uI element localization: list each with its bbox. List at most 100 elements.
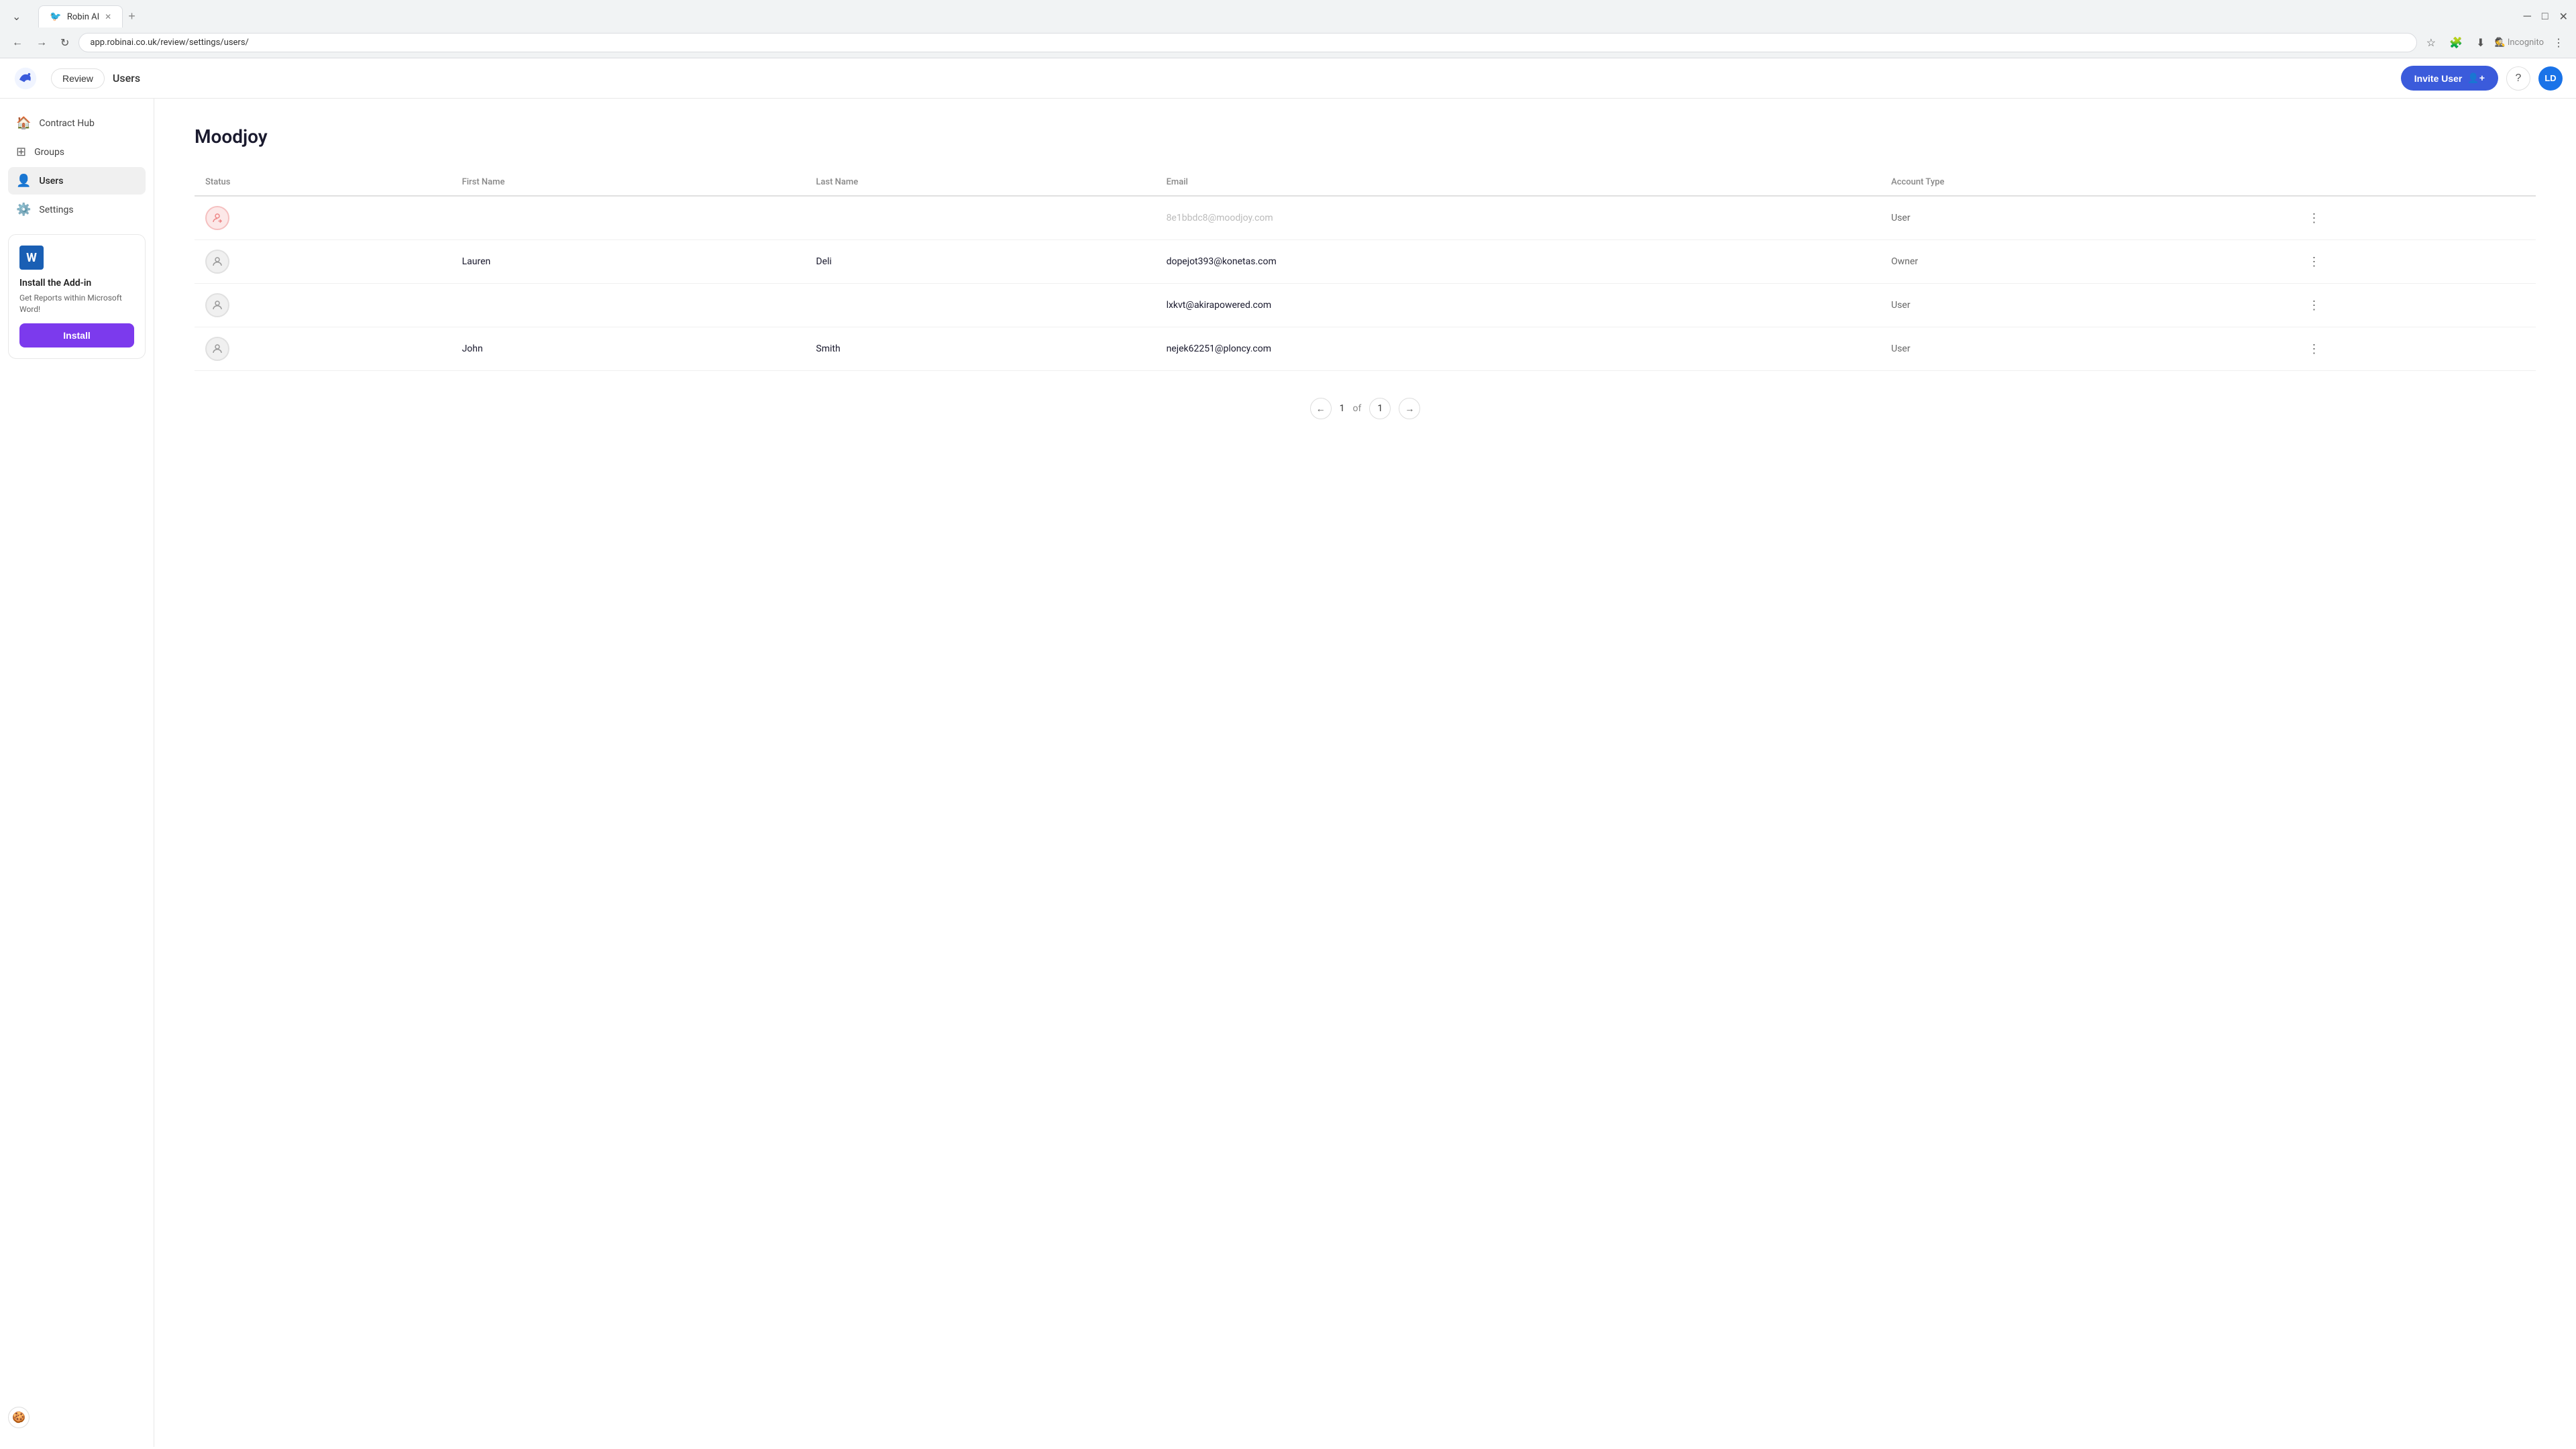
cell-actions: ⋮ xyxy=(2292,196,2536,240)
sidebar: 🏠 Contract Hub ⊞ Groups 👤 Users ⚙️ Setti… xyxy=(0,99,154,1447)
total-pages: 1 xyxy=(1369,398,1391,419)
user-avatar xyxy=(205,337,229,361)
close-btn[interactable]: ✕ xyxy=(2559,10,2568,23)
bookmark-btn[interactable]: ☆ xyxy=(2422,34,2440,52)
invite-btn-label: Invite User xyxy=(2414,73,2463,84)
sidebar-item-users[interactable]: 👤 Users xyxy=(8,167,146,195)
groups-icon: ⊞ xyxy=(16,145,26,159)
sidebar-label-settings: Settings xyxy=(39,205,73,215)
tab-close-btn[interactable]: ✕ xyxy=(105,12,111,21)
sidebar-item-settings[interactable]: ⚙️ Settings xyxy=(8,196,146,223)
current-page: 1 xyxy=(1340,403,1345,414)
extensions-btn[interactable]: 🧩 xyxy=(2445,34,2467,52)
org-title: Moodjoy xyxy=(195,125,2536,148)
cell-first-name: John xyxy=(451,327,806,371)
forward-btn[interactable]: → xyxy=(32,34,51,52)
table-row: LaurenDelidopejot393@konetas.comOwner ⋮ xyxy=(195,240,2536,284)
review-nav-btn[interactable]: Review xyxy=(51,68,105,89)
cookie-settings-btn[interactable]: 🍪 xyxy=(8,1407,30,1428)
word-icon: W xyxy=(19,246,44,270)
cell-account-type: Owner xyxy=(1880,240,2292,284)
cell-actions: ⋮ xyxy=(2292,284,2536,327)
address-text: app.robinai.co.uk/review/settings/users/ xyxy=(90,38,249,48)
cookie-icon: 🍪 xyxy=(12,1411,25,1424)
back-btn[interactable]: ← xyxy=(8,34,27,52)
reload-btn[interactable]: ↻ xyxy=(56,34,73,52)
menu-btn[interactable]: ⋮ xyxy=(2549,34,2568,52)
cell-last-name xyxy=(805,284,1155,327)
more-options-btn-3[interactable]: ⋮ xyxy=(2302,339,2325,359)
table-row: JohnSmithnejek62251@ploncy.comUser⋮ xyxy=(195,327,2536,371)
user-avatar xyxy=(205,206,229,230)
cell-email: nejek62251@ploncy.com xyxy=(1156,327,1881,371)
cell-first-name: Lauren xyxy=(451,240,806,284)
cell-last-name xyxy=(805,196,1155,240)
cell-status xyxy=(195,240,451,284)
app-header: Review Users Invite User 👤+ ? LD xyxy=(0,58,2576,99)
browser-toolbar: ← → ↻ app.robinai.co.uk/review/settings/… xyxy=(0,28,2576,58)
col-last-name: Last Name xyxy=(805,169,1155,196)
sidebar-item-contract-hub[interactable]: 🏠 Contract Hub xyxy=(8,109,146,137)
cell-account-type: User xyxy=(1880,284,2292,327)
cell-account-type: User xyxy=(1880,196,2292,240)
page-title: Users xyxy=(113,72,140,85)
cell-last-name: Deli xyxy=(805,240,1155,284)
robin-tab-icon: 🐦 xyxy=(50,11,61,22)
addin-title: Install the Add-in xyxy=(19,278,134,288)
toolbar-actions: ☆ 🧩 ⬇ 🕵 Incognito ⋮ xyxy=(2422,34,2568,52)
sidebar-label-users: Users xyxy=(39,176,63,186)
prev-page-btn[interactable]: ← xyxy=(1310,398,1332,419)
cell-first-name xyxy=(451,284,806,327)
user-avatar-btn[interactable]: LD xyxy=(2538,66,2563,91)
settings-icon: ⚙️ xyxy=(16,203,31,217)
tab-label: Robin AI xyxy=(67,12,99,22)
next-page-btn[interactable]: → xyxy=(1399,398,1420,419)
contract-hub-icon: 🏠 xyxy=(16,116,31,130)
cell-status xyxy=(195,327,451,371)
user-avatar xyxy=(205,293,229,317)
browser-tab-active[interactable]: 🐦 Robin AI ✕ xyxy=(38,5,123,28)
table-header: Status First Name Last Name Email Accoun… xyxy=(195,169,2536,196)
more-options-btn-1[interactable]: ⋮ xyxy=(2302,252,2325,272)
col-account-type: Account Type xyxy=(1880,169,2292,196)
cell-email: lxkvt@akirapowered.com xyxy=(1156,284,1881,327)
download-btn[interactable]: ⬇ xyxy=(2472,34,2489,52)
sidebar-bottom: 🍪 xyxy=(0,1399,154,1436)
user-avatar xyxy=(205,250,229,274)
pagination: ← 1 of 1 → xyxy=(195,398,2536,419)
addin-install-btn[interactable]: Install xyxy=(19,323,134,347)
help-btn[interactable]: ? xyxy=(2506,66,2530,91)
app-container: Review Users Invite User 👤+ ? LD 🏠 Contr… xyxy=(0,58,2576,1447)
sidebar-label-groups: Groups xyxy=(34,147,64,158)
new-tab-btn[interactable]: + xyxy=(123,7,141,26)
cell-email: dopejot393@konetas.com xyxy=(1156,240,1881,284)
tab-dropdown-btn[interactable]: ⌄ xyxy=(8,7,25,26)
cell-status xyxy=(195,284,451,327)
cell-last-name: Smith xyxy=(805,327,1155,371)
maximize-btn[interactable]: □ xyxy=(2542,10,2548,23)
browser-titlebar: ⌄ 🐦 Robin AI ✕ + ─ □ ✕ xyxy=(0,0,2576,28)
incognito-label: 🕵 Incognito xyxy=(2494,38,2544,48)
sidebar-label-contract-hub: Contract Hub xyxy=(39,118,94,129)
users-table: Status First Name Last Name Email Accoun… xyxy=(195,169,2536,371)
col-first-name: First Name xyxy=(451,169,806,196)
users-tbody: 8e1bbdc8@moodjoy.comUser⋮LaurenDelidopej… xyxy=(195,196,2536,371)
table-row: 8e1bbdc8@moodjoy.comUser⋮ xyxy=(195,196,2536,240)
page-of-label: of xyxy=(1353,403,1362,414)
app-logo xyxy=(13,66,38,91)
address-bar[interactable]: app.robinai.co.uk/review/settings/users/ xyxy=(78,33,2416,52)
more-options-btn-2[interactable]: ⋮ xyxy=(2302,296,2325,315)
col-email: Email xyxy=(1156,169,1881,196)
more-options-btn-0[interactable]: ⋮ xyxy=(2302,209,2325,228)
sidebar-item-groups[interactable]: ⊞ Groups xyxy=(8,138,146,166)
cell-status xyxy=(195,196,451,240)
minimize-btn[interactable]: ─ xyxy=(2524,10,2531,23)
invite-user-btn[interactable]: Invite User 👤+ xyxy=(2401,66,2498,91)
table-row: lxkvt@akirapowered.comUser ⋮ xyxy=(195,284,2536,327)
main-layout: 🏠 Contract Hub ⊞ Groups 👤 Users ⚙️ Setti… xyxy=(0,99,2576,1447)
browser-chrome: ⌄ 🐦 Robin AI ✕ + ─ □ ✕ ← → ↻ app.robinai… xyxy=(0,0,2576,58)
window-controls: ─ □ ✕ xyxy=(2524,10,2568,23)
header-nav: Review xyxy=(51,68,105,89)
header-actions: Invite User 👤+ ? LD xyxy=(2401,66,2563,91)
users-icon: 👤 xyxy=(16,174,31,188)
